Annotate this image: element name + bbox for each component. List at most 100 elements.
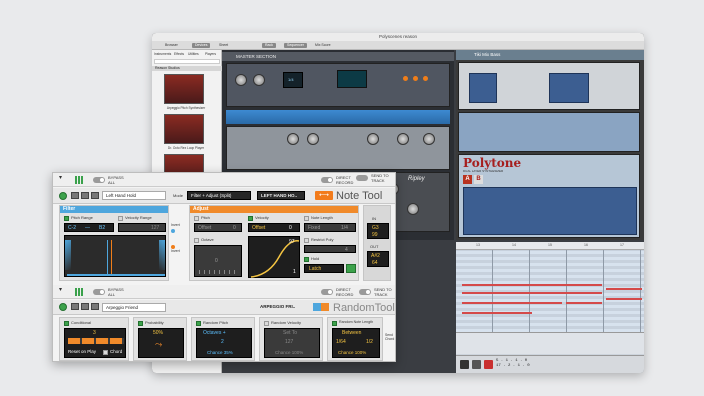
- browser-tab-players[interactable]: Players: [205, 52, 216, 56]
- knob[interactable]: [423, 133, 435, 145]
- play-button[interactable]: [472, 360, 481, 369]
- probability-value: 50%: [153, 330, 164, 336]
- note-length-field[interactable]: Fixed 1/4: [304, 223, 356, 232]
- restrict-poly-checkbox[interactable]: [304, 238, 309, 243]
- layer-a-button[interactable]: A: [463, 175, 472, 184]
- display-panel: [549, 73, 589, 103]
- pitch-field[interactable]: Offset 0: [194, 223, 242, 232]
- pitch-chance: Chance 35%: [207, 350, 233, 355]
- tab-devices[interactable]: Devices: [192, 43, 211, 48]
- knob[interactable]: [235, 74, 247, 86]
- octave-control[interactable]: 0: [194, 245, 242, 277]
- midi-note[interactable]: [462, 284, 602, 286]
- octave-checkbox[interactable]: [194, 238, 199, 243]
- knob[interactable]: [307, 133, 319, 145]
- device-name-field[interactable]: Left Hand Hold: [102, 191, 166, 200]
- velocity-range-checkbox[interactable]: [118, 216, 123, 221]
- filter-section: Filter Pitch Range Velocity Range C-2 — …: [59, 205, 169, 281]
- hold-latch-button[interactable]: [346, 264, 356, 273]
- patch-button[interactable]: [81, 303, 89, 310]
- browser-tab-effects[interactable]: Effects: [174, 52, 184, 56]
- master-device: 1/4: [226, 63, 450, 107]
- tab-mix[interactable]: Mix Score: [312, 43, 334, 48]
- midi-note[interactable]: [606, 298, 642, 300]
- conditional-display[interactable]: 3 Reset on Play Chord: [64, 328, 126, 358]
- random-pitch-checkbox[interactable]: [196, 321, 201, 326]
- direct-record-toggle[interactable]: [321, 289, 333, 295]
- chord-checkbox[interactable]: [103, 350, 108, 355]
- hold-field[interactable]: Latch: [304, 264, 344, 273]
- patch-name[interactable]: LEFT HAND HO..: [257, 191, 305, 200]
- velocity-checkbox[interactable]: [248, 216, 253, 221]
- knob[interactable]: [287, 133, 299, 145]
- patch-button[interactable]: [91, 303, 99, 310]
- browser-thumb[interactable]: [164, 114, 204, 144]
- random-velocity-checkbox[interactable]: [264, 321, 269, 326]
- tab-browser[interactable]: Browser: [162, 43, 181, 48]
- browser-tab-utilities[interactable]: Utilities: [188, 52, 199, 56]
- send-to-track-toggle[interactable]: [359, 289, 371, 295]
- velocity-curve[interactable]: 97 1: [248, 236, 300, 278]
- hold-checkbox[interactable]: [304, 257, 309, 262]
- patch-button[interactable]: [81, 192, 89, 199]
- restrict-poly-field[interactable]: 4: [304, 245, 356, 253]
- invert-toggle[interactable]: [171, 229, 175, 233]
- patch-button[interactable]: [91, 192, 99, 199]
- position-2: 17 . 2 . 1 . 0: [496, 364, 530, 368]
- fold-button[interactable]: [71, 192, 79, 199]
- patch-name[interactable]: ARPEGGIO FRI..: [257, 303, 305, 312]
- midi-note[interactable]: [462, 302, 562, 304]
- probability-display[interactable]: 50% ⤳: [138, 328, 184, 358]
- pitch-range-checkbox[interactable]: [64, 216, 69, 221]
- midi-note[interactable]: [462, 292, 602, 294]
- midi-note[interactable]: [606, 288, 642, 290]
- knob[interactable]: [367, 133, 379, 145]
- pitch-range-display[interactable]: C-2 — B2: [64, 223, 114, 232]
- midi-note[interactable]: [462, 312, 532, 314]
- random-tool-logo-icon: [321, 303, 329, 311]
- tab-sequencer[interactable]: Sequencer: [284, 43, 307, 48]
- random-note-length-checkbox[interactable]: [332, 321, 337, 326]
- bypass-toggle[interactable]: [93, 289, 105, 295]
- stop-button[interactable]: [460, 360, 469, 369]
- velocity-field[interactable]: Offset 0: [248, 223, 300, 232]
- direct-record-toggle[interactable]: [321, 177, 333, 183]
- pitch-checkbox[interactable]: [194, 216, 199, 221]
- bypass-toggle[interactable]: [93, 177, 105, 183]
- in-label: IN: [372, 216, 376, 221]
- grid-icon[interactable]: [75, 288, 83, 296]
- browser-thumb[interactable]: [164, 74, 204, 104]
- note-length-checkbox[interactable]: [304, 216, 309, 221]
- velocity-range-display[interactable]: 127: [118, 223, 166, 232]
- track-name: Tiki Mix Bass: [474, 52, 501, 57]
- velocity-lane[interactable]: [456, 332, 644, 354]
- power-button[interactable]: [59, 192, 67, 200]
- midi-note[interactable]: [566, 302, 602, 304]
- invert-toggle[interactable]: [171, 245, 175, 249]
- record-button[interactable]: [484, 360, 493, 369]
- display-screen: 1/4: [283, 72, 303, 88]
- collapse-icon[interactable]: ▾: [59, 287, 62, 292]
- collapse-icon[interactable]: ▾: [59, 175, 62, 180]
- conditional-checkbox[interactable]: [64, 321, 69, 326]
- browser-search[interactable]: [154, 59, 220, 64]
- random-pitch-display[interactable]: Octaves + 2 Chance 35%: [196, 328, 252, 358]
- filter-graph[interactable]: [64, 235, 166, 277]
- device-name-field[interactable]: Arpeggio Friend: [102, 303, 166, 312]
- grid-icon[interactable]: [75, 176, 83, 184]
- random-velocity-display[interactable]: Set To 127 Chance 100%: [264, 328, 320, 358]
- fold-button[interactable]: [71, 303, 79, 310]
- random-note-length-display[interactable]: Between 1/64 1/2 Chance 100%: [332, 328, 380, 358]
- piano-roll[interactable]: [456, 250, 644, 332]
- power-button[interactable]: [59, 303, 67, 311]
- knob[interactable]: [397, 133, 409, 145]
- probability-checkbox[interactable]: [138, 321, 143, 326]
- send-to-track-toggle[interactable]: [356, 175, 368, 181]
- browser-tab-instruments[interactable]: Instruments: [154, 52, 171, 56]
- knob[interactable]: [253, 74, 265, 86]
- knob[interactable]: [407, 203, 419, 215]
- mode-select[interactable]: Filter + Adjust (Split): [187, 191, 251, 200]
- tab-sheet[interactable]: Sheet: [216, 43, 231, 48]
- layer-b-button[interactable]: B: [474, 175, 483, 184]
- tab-rack[interactable]: Rack: [262, 43, 276, 48]
